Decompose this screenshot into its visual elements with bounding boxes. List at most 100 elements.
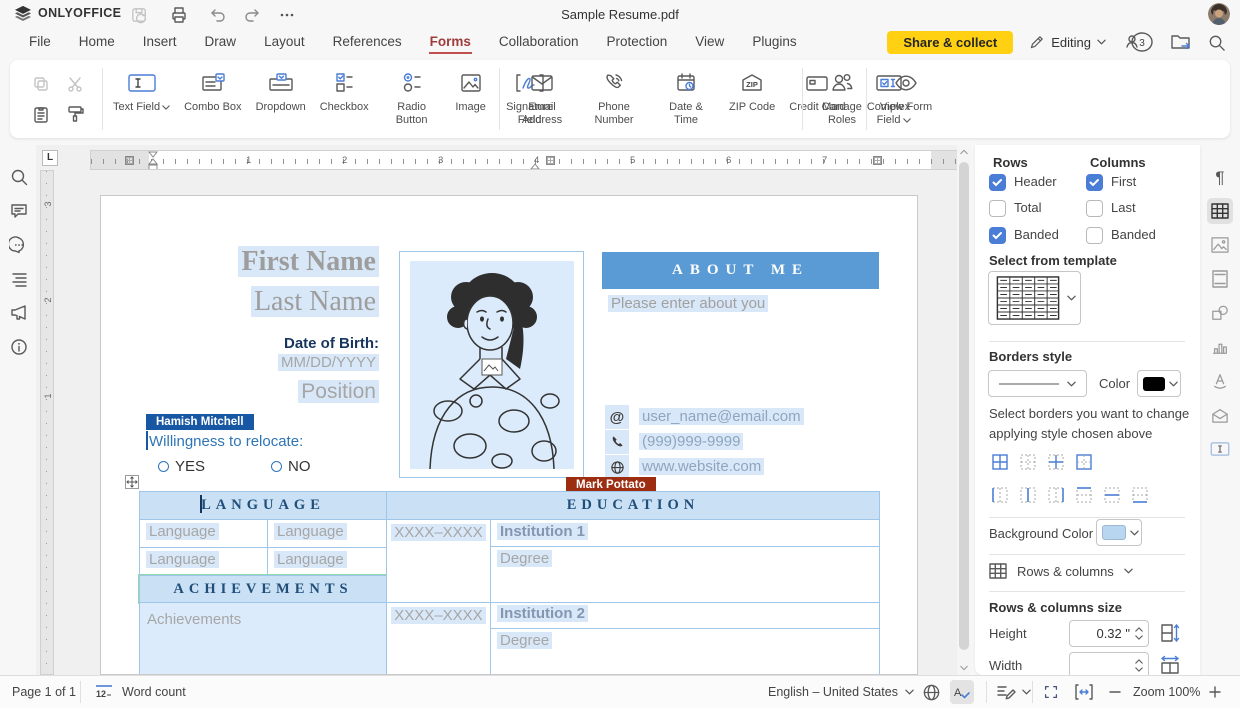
last-column-checkbox[interactable] bbox=[1086, 200, 1103, 217]
redo-button[interactable] bbox=[242, 4, 264, 26]
shape-settings-button[interactable] bbox=[1207, 300, 1233, 326]
menu-forms-active[interactable]: Forms bbox=[429, 30, 472, 54]
all-borders-button[interactable] bbox=[989, 451, 1011, 473]
spin-up-icon[interactable] bbox=[1135, 659, 1143, 664]
banded-columns-label[interactable]: Banded bbox=[1111, 227, 1156, 242]
fit-width-button[interactable] bbox=[1074, 676, 1094, 708]
form-settings-button[interactable] bbox=[1207, 436, 1233, 462]
header-footer-settings-button[interactable] bbox=[1207, 266, 1233, 292]
spin-down-icon[interactable] bbox=[1135, 635, 1143, 640]
word-count-button[interactable]: 12 Word count bbox=[94, 676, 186, 708]
toolbar-button-phone-number[interactable]: Phone Number bbox=[578, 68, 650, 127]
scroll-down-icon[interactable] bbox=[960, 665, 968, 671]
copy-button[interactable] bbox=[31, 74, 51, 94]
header-row-checkbox[interactable] bbox=[989, 174, 1006, 191]
no-label[interactable]: NO bbox=[288, 458, 311, 475]
first-column-label[interactable]: First bbox=[1111, 174, 1136, 189]
toolbar-button-zip-code[interactable]: ZIP ZIP Code bbox=[722, 68, 782, 114]
banded-columns-checkbox[interactable] bbox=[1086, 227, 1103, 244]
left-border-button[interactable] bbox=[989, 484, 1011, 506]
email-field[interactable]: user_name@email.com bbox=[639, 408, 804, 425]
language-cell[interactable]: Language bbox=[267, 547, 387, 576]
table-column-marker[interactable] bbox=[125, 156, 134, 165]
more-actions-button[interactable] bbox=[276, 4, 298, 26]
zoom-in-button[interactable] bbox=[1208, 676, 1222, 708]
paste-button[interactable] bbox=[31, 104, 51, 124]
height-input[interactable]: 0.32 " bbox=[1069, 620, 1149, 647]
toolbar-button-text-field[interactable]: Text Field bbox=[106, 68, 177, 114]
zoom-out-button[interactable] bbox=[1108, 676, 1122, 708]
total-row-label[interactable]: Total bbox=[1014, 200, 1041, 215]
mode-dropdown[interactable]: Editing bbox=[1028, 34, 1106, 51]
fit-page-button[interactable] bbox=[1042, 676, 1060, 708]
undo-button[interactable] bbox=[206, 4, 228, 26]
inner-borders-button[interactable] bbox=[1045, 451, 1067, 473]
banded-rows-label[interactable]: Banded bbox=[1014, 227, 1059, 242]
track-changes-button[interactable] bbox=[996, 676, 1031, 708]
degree-cell[interactable]: Degree bbox=[490, 546, 880, 603]
scrollbar-thumb[interactable] bbox=[959, 162, 969, 650]
top-border-button[interactable] bbox=[1073, 484, 1095, 506]
toolbar-button-radio-button[interactable]: Radio Button bbox=[376, 68, 448, 127]
distribute-columns-button[interactable] bbox=[1159, 654, 1181, 676]
right-border-button[interactable] bbox=[1045, 484, 1067, 506]
border-size-dropdown[interactable] bbox=[988, 370, 1087, 397]
background-color-picker[interactable] bbox=[1096, 519, 1142, 546]
language-selector[interactable]: English – United States bbox=[768, 676, 914, 708]
achievements-cell[interactable]: Achievements bbox=[139, 602, 387, 675]
phone-field[interactable]: (999)999-9999 bbox=[639, 433, 743, 450]
table-move-handle[interactable] bbox=[125, 475, 139, 489]
institution-cell[interactable]: Institution 1 bbox=[490, 519, 880, 547]
about-field[interactable]: Please enter about you bbox=[608, 295, 768, 312]
rows-columns-dropdown[interactable]: Rows & columns bbox=[989, 563, 1133, 579]
dob-field[interactable]: MM/DD/YYYY bbox=[178, 354, 379, 371]
degree-cell[interactable]: Degree bbox=[490, 628, 880, 675]
no-radio[interactable] bbox=[271, 461, 282, 472]
indent-markers[interactable] bbox=[147, 151, 159, 170]
table-header-achievements[interactable]: ACHIEVEMENTS bbox=[139, 575, 387, 603]
toolbar-button-view-form[interactable]: View Form bbox=[870, 68, 942, 127]
years-cell[interactable]: XXXX–XXXX bbox=[386, 602, 491, 675]
vertical-scrollbar[interactable] bbox=[957, 145, 971, 675]
indent-marker[interactable] bbox=[529, 161, 541, 170]
save-button[interactable] bbox=[128, 4, 150, 26]
yes-radio[interactable] bbox=[158, 461, 169, 472]
search-button[interactable] bbox=[1207, 33, 1226, 52]
table-column-marker[interactable] bbox=[873, 156, 882, 165]
menu-layout[interactable]: Layout bbox=[263, 30, 306, 54]
paragraph-settings-button[interactable]: ¶ bbox=[1207, 165, 1233, 191]
toolbar-button-dropdown[interactable]: Dropdown bbox=[249, 68, 313, 114]
comments-button[interactable] bbox=[9, 201, 29, 221]
photo-frame[interactable] bbox=[399, 251, 584, 478]
toolbar-button-image[interactable]: Image bbox=[448, 68, 494, 114]
language-cell[interactable]: Language bbox=[139, 519, 268, 548]
toolbar-button-manage-roles[interactable]: Manage Roles bbox=[806, 68, 878, 127]
about-button[interactable] bbox=[9, 337, 29, 357]
navigation-button[interactable] bbox=[9, 269, 29, 289]
table-header-language[interactable]: LANGUAGE bbox=[139, 491, 387, 520]
chart-settings-button[interactable] bbox=[1207, 334, 1233, 360]
table-column-marker[interactable] bbox=[546, 156, 555, 165]
share-collect-button[interactable]: Share & collect bbox=[887, 31, 1013, 54]
open-file-location-button[interactable] bbox=[1170, 32, 1192, 52]
inner-horizontal-border-button[interactable] bbox=[1101, 484, 1123, 506]
banded-rows-checkbox[interactable] bbox=[989, 227, 1006, 244]
menu-references[interactable]: References bbox=[332, 30, 403, 54]
menu-protection[interactable]: Protection bbox=[605, 30, 668, 54]
first-name-field[interactable]: First Name bbox=[178, 246, 379, 278]
image-settings-button[interactable] bbox=[1207, 232, 1233, 258]
last-name-field[interactable]: Last Name bbox=[178, 286, 379, 318]
feedback-button[interactable] bbox=[9, 303, 29, 323]
set-document-language-button[interactable] bbox=[922, 676, 941, 708]
template-dropdown[interactable] bbox=[988, 271, 1081, 325]
menu-home[interactable]: Home bbox=[78, 30, 116, 54]
years-cell[interactable]: XXXX–XXXX bbox=[386, 519, 491, 603]
header-row-label[interactable]: Header bbox=[1014, 174, 1057, 189]
toolbar-button-checkbox[interactable]: Checkbox bbox=[313, 68, 376, 114]
spin-down-icon[interactable] bbox=[1135, 667, 1143, 672]
language-cell[interactable]: Language bbox=[139, 547, 268, 576]
bottom-border-button[interactable] bbox=[1129, 484, 1151, 506]
last-column-label[interactable]: Last bbox=[1111, 200, 1136, 215]
text-art-settings-button[interactable] bbox=[1207, 368, 1233, 394]
cut-button[interactable] bbox=[65, 74, 85, 94]
